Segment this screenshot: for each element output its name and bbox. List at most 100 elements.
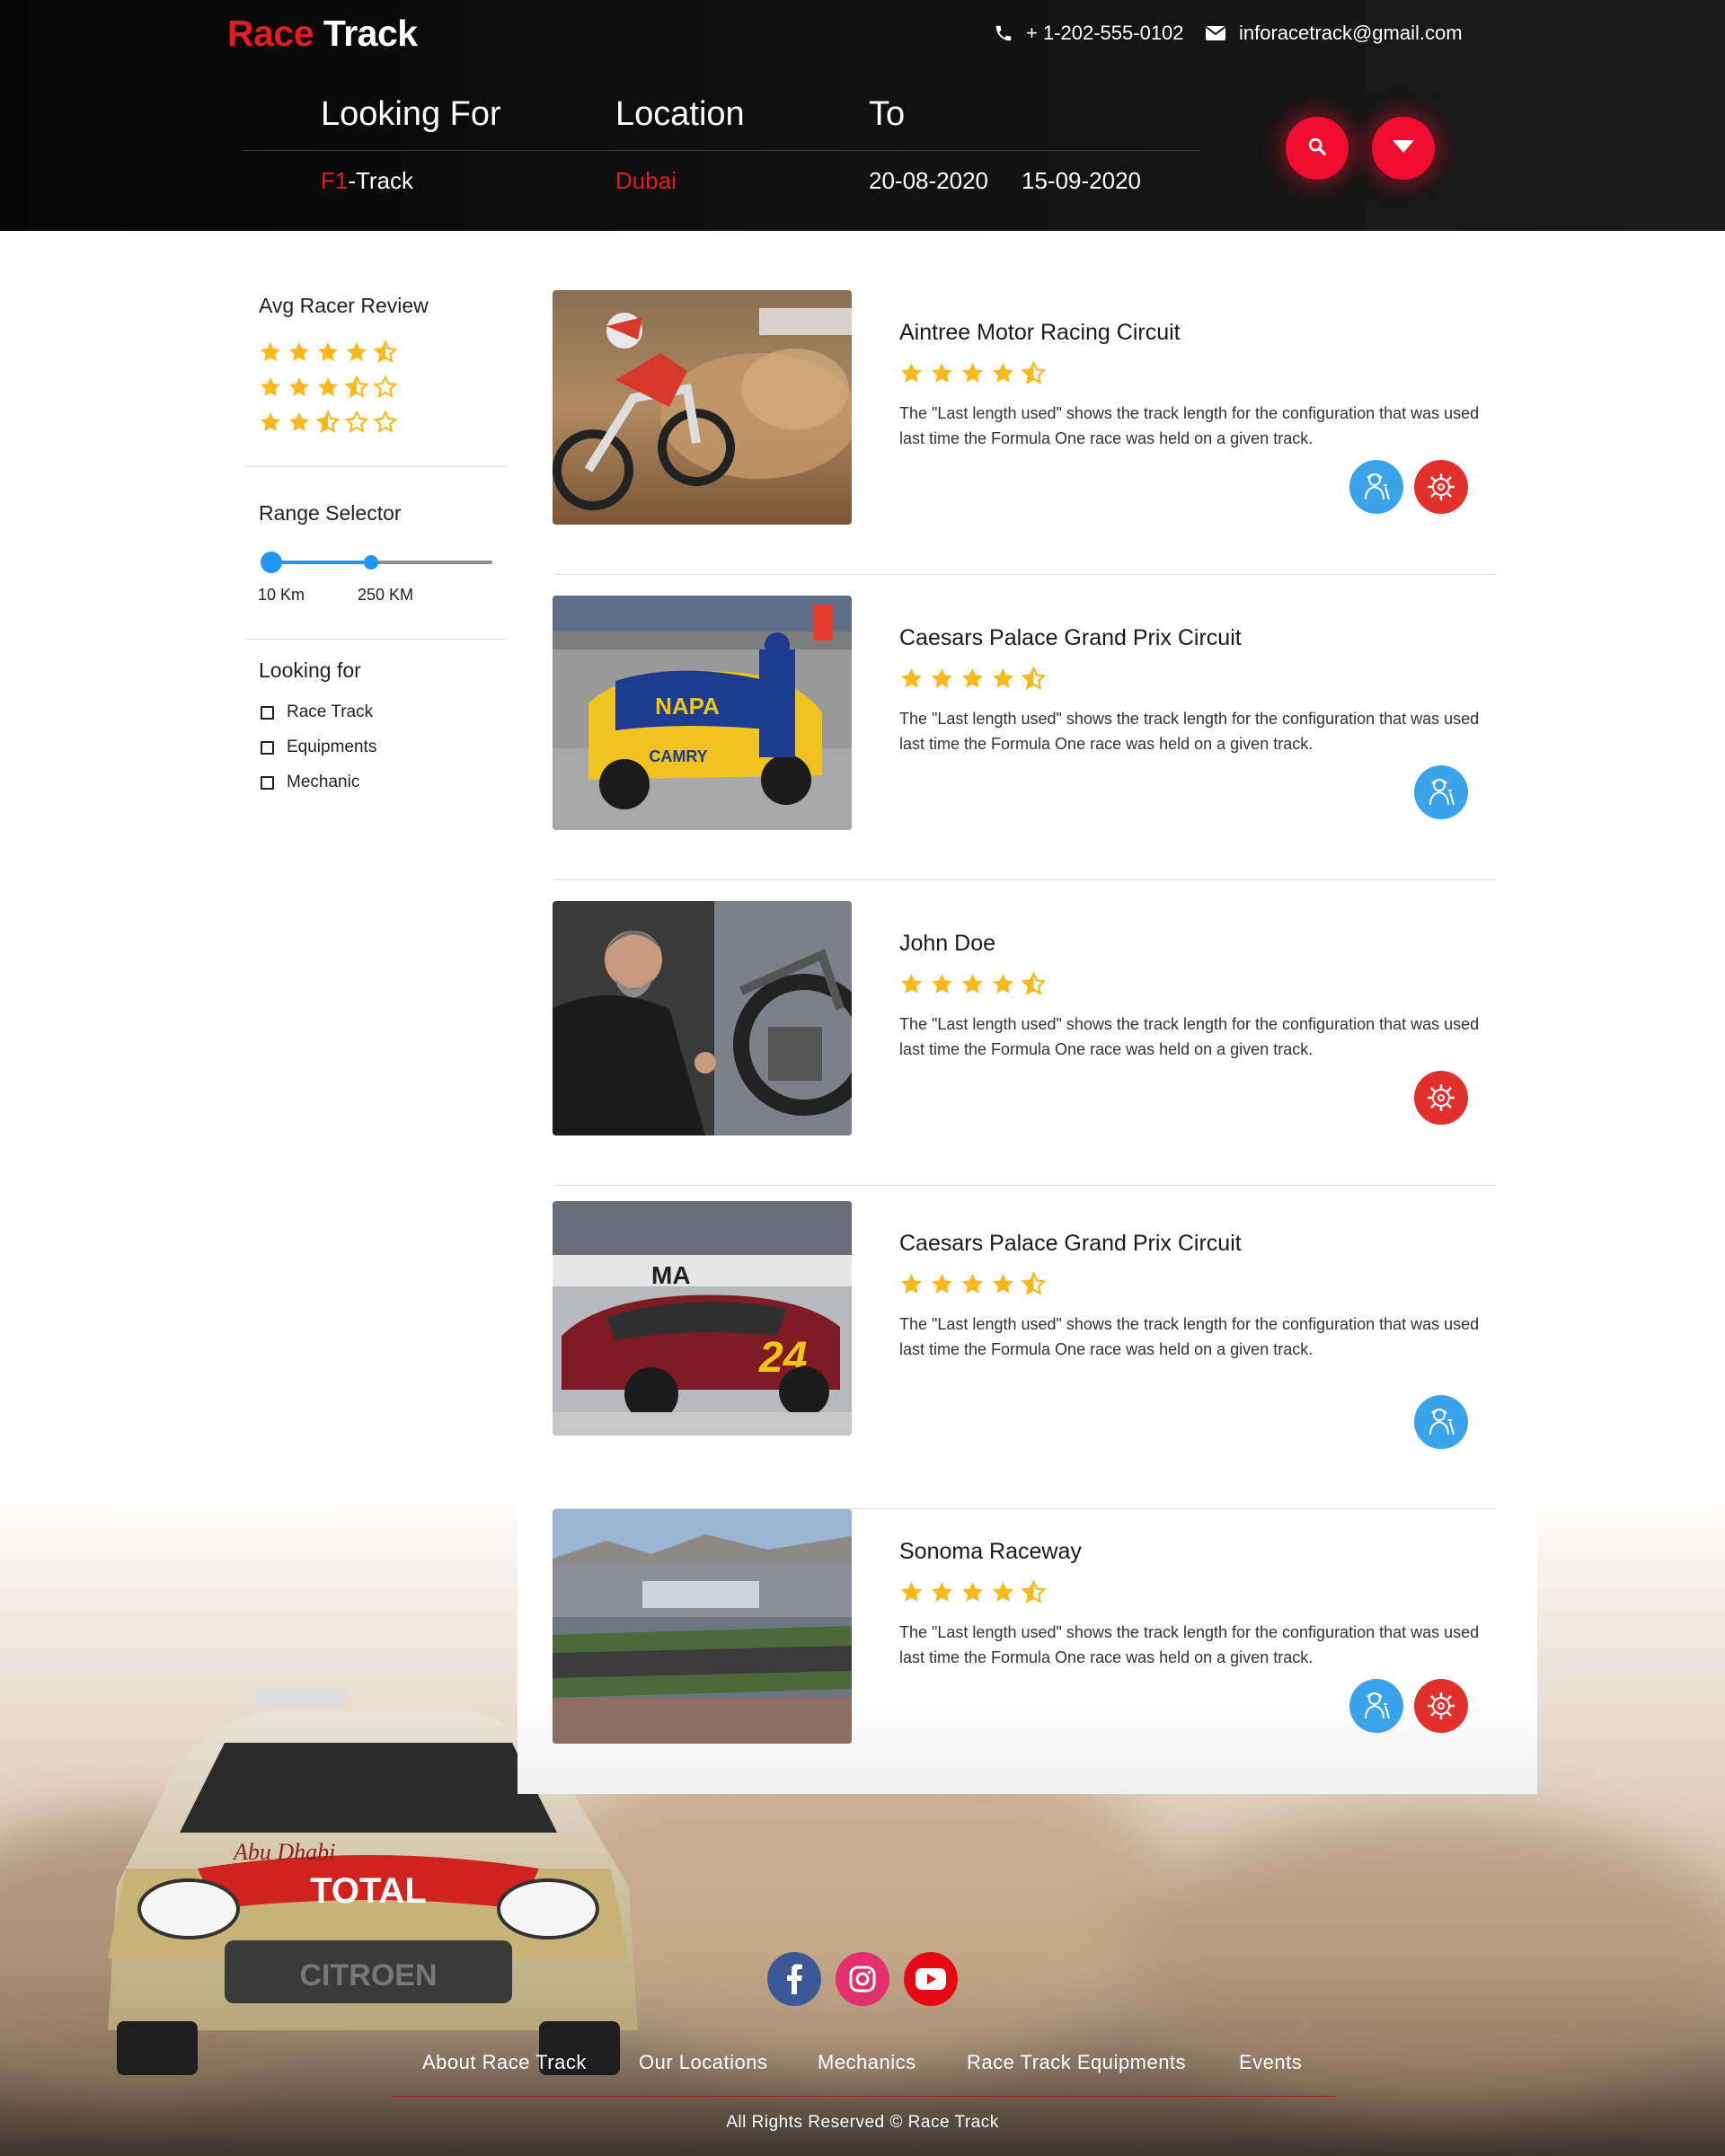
raceway-aerial-photo [553, 1509, 852, 1744]
card-description: The "Last length used" shows the track l… [899, 710, 1480, 753]
date-to[interactable]: 15-09-2020 [1022, 167, 1141, 195]
caret-down-icon [1392, 139, 1415, 158]
brand-name-part2: Track [323, 13, 418, 54]
stock-car-24-photo: MA 24 [553, 1201, 852, 1436]
card-title[interactable]: Aintree Motor Racing Circuit [899, 320, 1181, 346]
result-card[interactable]: Sonoma Raceway The "Last length used" sh… [553, 1489, 1496, 1794]
range-max-handle[interactable] [363, 555, 378, 570]
youtube-icon[interactable] [904, 1952, 958, 2006]
star-full-icon [930, 972, 954, 996]
car-grille-text: CITROEN [300, 1958, 438, 1993]
star-full-icon [259, 411, 282, 434]
date-from[interactable]: 20-08-2020 [869, 167, 988, 195]
star-half-icon [1021, 1271, 1047, 1296]
image-text-camry: CAMRY [649, 747, 707, 765]
star-full-icon [899, 667, 924, 691]
star-full-icon [288, 411, 311, 434]
card-icons [1414, 1395, 1468, 1449]
footer-link-mechanics[interactable]: Mechanics [818, 2051, 916, 2074]
image-text-banner: MA [651, 1261, 691, 1289]
contact-email[interactable]: inforacetrack@gmail.com [1205, 22, 1463, 45]
footer-link-events[interactable]: Events [1239, 2051, 1302, 2074]
review-filter-row[interactable] [259, 410, 398, 434]
checkbox[interactable] [261, 740, 274, 755]
option-label: Mechanic [287, 773, 360, 791]
dropdown-button[interactable] [1372, 117, 1435, 180]
star-full-icon [288, 340, 311, 364]
star-half-icon [1021, 1579, 1047, 1604]
card-title[interactable]: Sonoma Raceway [899, 1539, 1082, 1565]
star-full-icon [991, 667, 1015, 691]
star-full-icon [316, 376, 340, 399]
review-filter-row[interactable] [259, 375, 398, 399]
looking-for-value-rest: -Track [348, 167, 414, 194]
star-full-icon [288, 376, 311, 399]
option-mechanic[interactable]: Mechanic [261, 773, 359, 792]
card-description: The "Last length used" shows the track l… [899, 1015, 1480, 1058]
star-half-icon [1021, 360, 1047, 385]
result-card[interactable]: John Doe The "Last length used" shows th… [553, 880, 1496, 1186]
phone-icon [994, 23, 1013, 43]
checkbox[interactable] [261, 705, 274, 720]
envelope-icon [1205, 24, 1226, 42]
result-card[interactable]: NAPA CAMRY Caesars Palace Grand Prix Cir… [553, 575, 1496, 880]
card-description: The "Last length used" shows the track l… [899, 1623, 1480, 1666]
checkbox[interactable] [261, 775, 274, 790]
looking-for-value[interactable]: F1-Track [321, 167, 413, 195]
range-min-handle[interactable] [261, 552, 282, 573]
card-rating [899, 666, 1047, 691]
result-card[interactable]: Aintree Motor Racing Circuit The "Last l… [553, 270, 1496, 575]
copyright-text: All Rights Reserved © Race Track [726, 2113, 999, 2132]
facebook-icon[interactable] [767, 1952, 821, 2006]
star-empty-icon [373, 410, 398, 434]
star-half-icon [1021, 971, 1047, 996]
review-filter-row[interactable] [259, 340, 398, 364]
star-full-icon [960, 1272, 985, 1296]
brand-logo[interactable]: Race Track [227, 13, 418, 55]
footer-link-equipments[interactable]: Race Track Equipments [967, 2051, 1186, 2074]
phone-number: + 1-202-555-0102 [1026, 22, 1184, 44]
gear-icon[interactable] [1414, 1679, 1468, 1733]
star-full-icon [960, 972, 985, 996]
footer-link-locations[interactable]: Our Locations [639, 2051, 767, 2074]
card-rating [899, 971, 1047, 996]
mechanic-icon[interactable] [1414, 1395, 1468, 1449]
star-full-icon [930, 361, 954, 385]
card-title[interactable]: Caesars Palace Grand Prix Circuit [899, 625, 1242, 651]
napa-camry-pitstop-photo: NAPA CAMRY [553, 596, 852, 830]
star-half-icon [1021, 666, 1047, 691]
card-rating [899, 1271, 1047, 1296]
mechanic-photo [553, 901, 852, 1135]
range-slider[interactable] [261, 552, 492, 573]
star-full-icon [960, 361, 985, 385]
option-race-track[interactable]: Race Track [261, 702, 373, 722]
mechanic-icon[interactable] [1349, 460, 1403, 514]
header: Race Track + 1-202-555-0102 inforacetrac… [0, 0, 1725, 231]
option-equipments[interactable]: Equipments [261, 738, 376, 757]
card-title[interactable]: John Doe [899, 931, 995, 957]
avg-review-title: Avg Racer Review [259, 294, 429, 317]
star-full-icon [960, 667, 985, 691]
gear-icon[interactable] [1414, 1071, 1468, 1125]
mechanic-icon[interactable] [1414, 765, 1468, 819]
sidebar-divider [244, 639, 507, 640]
card-title[interactable]: Caesars Palace Grand Prix Circuit [899, 1231, 1242, 1257]
contact-phone[interactable]: + 1-202-555-0102 [994, 22, 1184, 45]
mechanic-icon[interactable] [1349, 1679, 1403, 1733]
footer-link-about[interactable]: About Race Track [422, 2051, 587, 2074]
range-max-label: 250 KM [358, 586, 414, 604]
location-value[interactable]: Dubai [615, 167, 677, 195]
star-full-icon [259, 340, 282, 364]
gear-icon[interactable] [1414, 460, 1468, 514]
star-full-icon [899, 361, 924, 385]
image-text-napa: NAPA [655, 693, 720, 720]
instagram-icon[interactable] [836, 1952, 889, 2006]
search-button[interactable] [1286, 117, 1349, 180]
star-full-icon [991, 1580, 1015, 1604]
star-full-icon [930, 667, 954, 691]
result-card[interactable]: MA 24 Caesars Palace Grand Prix Circuit … [553, 1183, 1496, 1509]
to-label: To [869, 95, 906, 133]
card-rating [899, 360, 1047, 385]
email-address: inforacetrack@gmail.com [1239, 22, 1463, 44]
star-full-icon [991, 361, 1015, 385]
